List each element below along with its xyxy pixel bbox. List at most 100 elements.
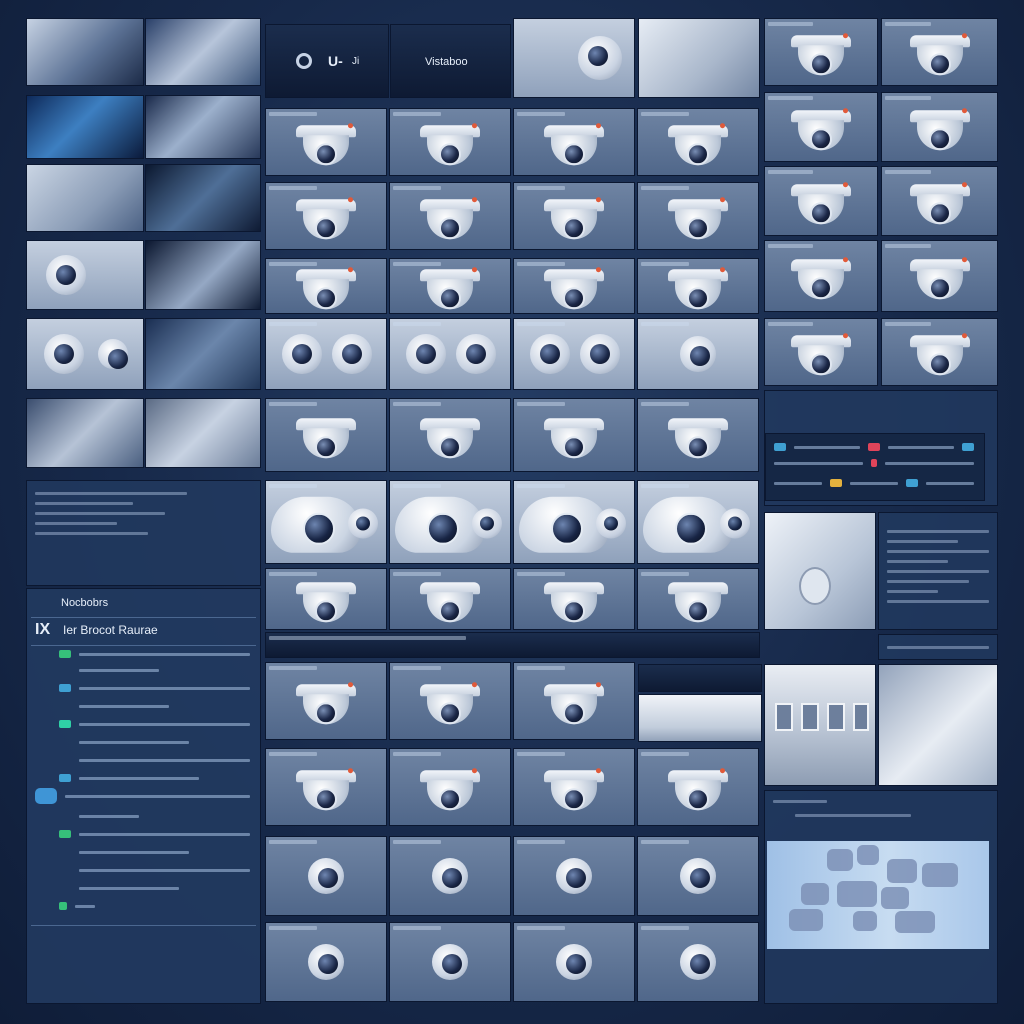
camera-feed-left-6a[interactable] xyxy=(26,398,144,468)
camera-feed-r1-c1[interactable] xyxy=(265,108,387,176)
camera-feed-r9-c4[interactable] xyxy=(637,748,759,826)
camera-feed-right-r1-c1[interactable] xyxy=(764,18,878,86)
sidebar-item[interactable] xyxy=(59,771,250,785)
sidebar-item[interactable] xyxy=(59,809,250,823)
camera-eye-icon xyxy=(472,508,502,539)
camera-feed-r3-c3[interactable] xyxy=(513,258,635,314)
camera-feed-r2-c4[interactable] xyxy=(637,182,759,250)
sidebar-item[interactable] xyxy=(59,827,250,841)
camera-feed-right-r5-c2[interactable] xyxy=(881,318,998,386)
camera-strip-dark[interactable] xyxy=(638,664,762,692)
camera-feed-r7-c2[interactable] xyxy=(389,568,511,630)
playback-controls[interactable] xyxy=(265,632,760,658)
camera-feed-r5-c3[interactable] xyxy=(513,398,635,472)
camera-feed-r5-c2[interactable] xyxy=(389,398,511,472)
camera-feed-r7-c1[interactable] xyxy=(265,568,387,630)
camera-feed-left-1a[interactable] xyxy=(26,18,144,86)
sidebar-item[interactable] xyxy=(59,735,250,749)
camera-eye-icon xyxy=(556,858,592,894)
camera-feed-r4-c4[interactable] xyxy=(637,318,759,390)
camera-feed-left-3b[interactable] xyxy=(145,164,261,232)
camera-eye-icon xyxy=(348,508,378,539)
camera-dome-icon xyxy=(668,418,728,459)
camera-feed-r7-c3[interactable] xyxy=(513,568,635,630)
camera-feed-r7-c4[interactable] xyxy=(637,568,759,630)
camera-feed-r2-c3[interactable] xyxy=(513,182,635,250)
sidebar-item[interactable] xyxy=(59,899,250,913)
camera-feed-left-5a[interactable] xyxy=(26,318,144,390)
camera-feed-r6-c2[interactable] xyxy=(389,480,511,564)
sidebar-item[interactable] xyxy=(59,717,250,731)
camera-feed-r2-c2[interactable] xyxy=(389,182,511,250)
camera-feed-right-r1-c2[interactable] xyxy=(881,18,998,86)
sidebar-item[interactable] xyxy=(59,663,250,677)
camera-feed-right-r4-c2[interactable] xyxy=(881,240,998,312)
camera-feed-room[interactable] xyxy=(764,664,876,786)
camera-feed-r8-c1[interactable] xyxy=(265,662,387,740)
camera-feed-r10-c2[interactable] xyxy=(389,836,511,916)
camera-feed-r9-c1[interactable] xyxy=(265,748,387,826)
camera-feed-left-4b[interactable] xyxy=(145,240,261,310)
camera-feed-r1-c4[interactable] xyxy=(637,108,759,176)
camera-feed-r1-c2[interactable] xyxy=(389,108,511,176)
camera-feed-right-r3-c1[interactable] xyxy=(764,166,878,236)
camera-feed-left-5b[interactable] xyxy=(145,318,261,390)
camera-eye-icon xyxy=(720,508,750,539)
sidebar-item[interactable] xyxy=(59,845,250,859)
camera-feed-r4-c1[interactable] xyxy=(265,318,387,390)
sidebar-item[interactable] xyxy=(59,863,250,877)
sidebar-item[interactable] xyxy=(59,881,250,895)
camera-feed-right-r2-c2[interactable] xyxy=(881,92,998,162)
camera-feed-r9-c2[interactable] xyxy=(389,748,511,826)
camera-feed-r6-c4[interactable] xyxy=(637,480,759,564)
camera-feed-right-r2-c1[interactable] xyxy=(764,92,878,162)
camera-feed-r11-c4[interactable] xyxy=(637,922,759,1002)
camera-feed-left-3a[interactable] xyxy=(26,164,144,232)
camera-feed-r5-c1[interactable] xyxy=(265,398,387,472)
menu-item-icon xyxy=(59,666,71,674)
camera-feed-right-r3-c2[interactable] xyxy=(881,166,998,236)
camera-feed-r10-c4[interactable] xyxy=(637,836,759,916)
settings-row[interactable] xyxy=(774,456,974,470)
camera-feed-r10-c1[interactable] xyxy=(265,836,387,916)
camera-feed-r3-c4[interactable] xyxy=(637,258,759,314)
camera-feed-r6-c3[interactable] xyxy=(513,480,635,564)
camera-feed-r1-c3[interactable] xyxy=(513,108,635,176)
sidebar-item-selected[interactable] xyxy=(35,787,250,805)
camera-feed-r8-c3[interactable] xyxy=(513,662,635,740)
settings-row[interactable] xyxy=(774,476,974,490)
camera-feed-right-r4-c1[interactable] xyxy=(764,240,878,312)
camera-feed-right-large[interactable] xyxy=(764,512,876,630)
camera-feed-r6-c1[interactable] xyxy=(265,480,387,564)
camera-feed-right-r5-c1[interactable] xyxy=(764,318,878,386)
camera-feed-r4-c3[interactable] xyxy=(513,318,635,390)
camera-feed-left-2a[interactable] xyxy=(26,95,144,159)
sidebar-item[interactable] xyxy=(59,699,250,713)
camera-feed-r11-c2[interactable] xyxy=(389,922,511,1002)
camera-feed-strip[interactable] xyxy=(638,694,762,742)
sidebar-item[interactable] xyxy=(59,753,250,767)
sidebar-item[interactable] xyxy=(59,681,250,695)
camera-feed-r3-c1[interactable] xyxy=(265,258,387,314)
camera-feed-r8-c2[interactable] xyxy=(389,662,511,740)
camera-feed-left-6b[interactable] xyxy=(145,398,261,468)
camera-eye-icon xyxy=(308,944,344,980)
camera-feed-left-1b[interactable] xyxy=(145,18,261,86)
camera-feed-header-2[interactable] xyxy=(638,18,760,98)
camera-feed-left-2b[interactable] xyxy=(145,95,261,159)
camera-feed-closeup[interactable] xyxy=(878,664,998,786)
menu-item-icon xyxy=(59,884,71,892)
room-window xyxy=(775,703,793,731)
camera-feed-header-1[interactable] xyxy=(513,18,635,98)
camera-feed-r11-c3[interactable] xyxy=(513,922,635,1002)
camera-feed-r11-c1[interactable] xyxy=(265,922,387,1002)
settings-row[interactable] xyxy=(774,440,974,454)
camera-feed-left-4a[interactable] xyxy=(26,240,144,310)
camera-feed-r2-c1[interactable] xyxy=(265,182,387,250)
camera-feed-r4-c2[interactable] xyxy=(389,318,511,390)
camera-feed-r9-c3[interactable] xyxy=(513,748,635,826)
camera-feed-r10-c3[interactable] xyxy=(513,836,635,916)
camera-feed-r3-c2[interactable] xyxy=(389,258,511,314)
camera-feed-r5-c4[interactable] xyxy=(637,398,759,472)
sidebar-item[interactable] xyxy=(59,647,250,661)
